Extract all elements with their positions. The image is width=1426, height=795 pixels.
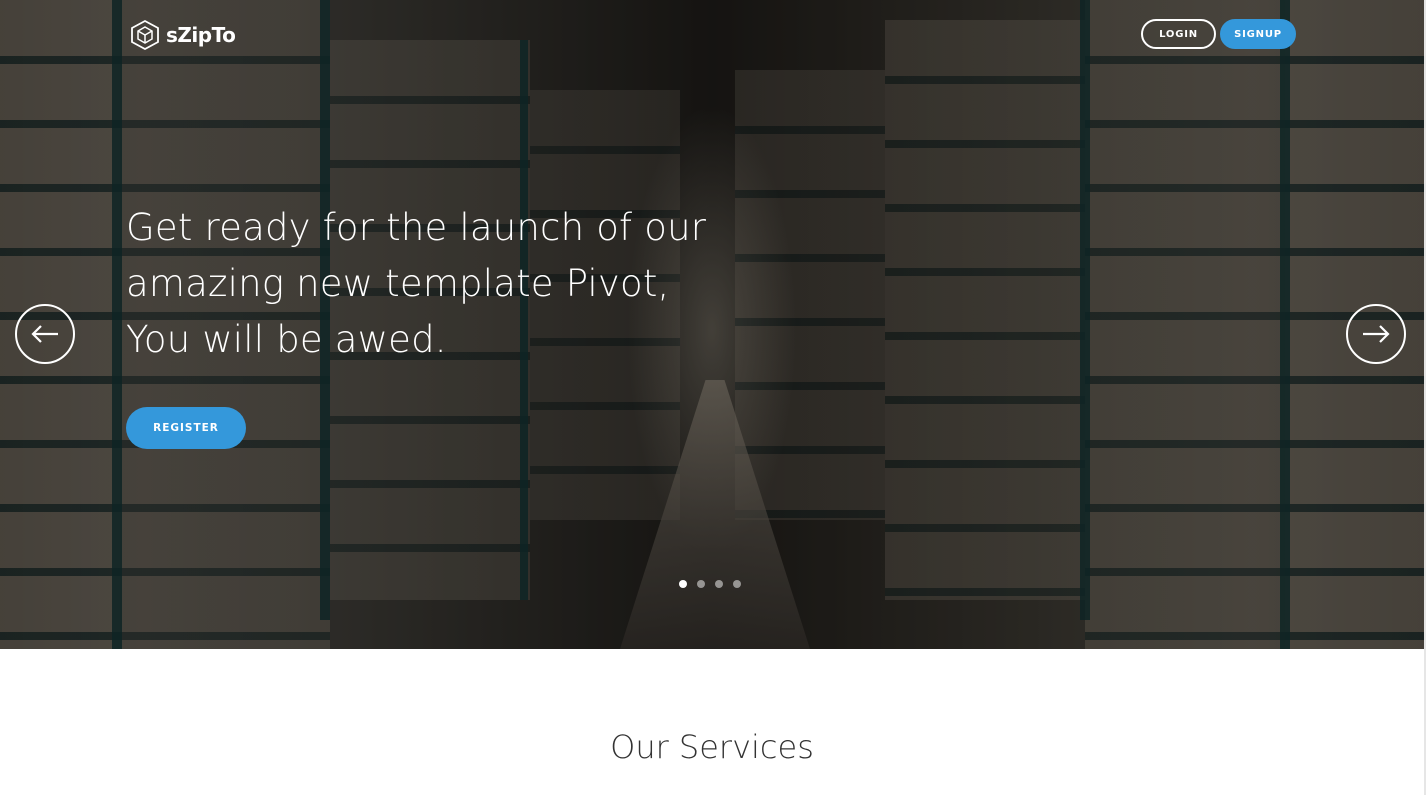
services-heading: Our Services [610, 728, 814, 766]
slide-dot-2[interactable] [697, 580, 705, 588]
hero-headline: Get ready for the launch of our amazing … [126, 206, 707, 361]
site-logo[interactable]: sZipTo [130, 19, 236, 50]
slide-dot-1[interactable] [679, 580, 687, 588]
auth-nav: LOGIN SIGNUP [1141, 19, 1296, 49]
hero-slider: sZipTo LOGIN SIGNUP Get ready for the la… [0, 0, 1424, 649]
login-button[interactable]: LOGIN [1141, 19, 1216, 49]
logo-text: sZipTo [166, 22, 236, 47]
register-button[interactable]: REGISTER [126, 407, 246, 449]
signup-button[interactable]: SIGNUP [1220, 19, 1296, 49]
slide-dot-4[interactable] [733, 580, 741, 588]
slide-dot-3[interactable] [715, 580, 723, 588]
previous-slide-button[interactable] [15, 304, 75, 364]
next-slide-button[interactable] [1346, 304, 1406, 364]
arrow-right-icon [1363, 325, 1390, 343]
cube-icon [131, 19, 159, 50]
arrow-left-icon [31, 325, 58, 343]
slide-indicators [679, 580, 741, 588]
